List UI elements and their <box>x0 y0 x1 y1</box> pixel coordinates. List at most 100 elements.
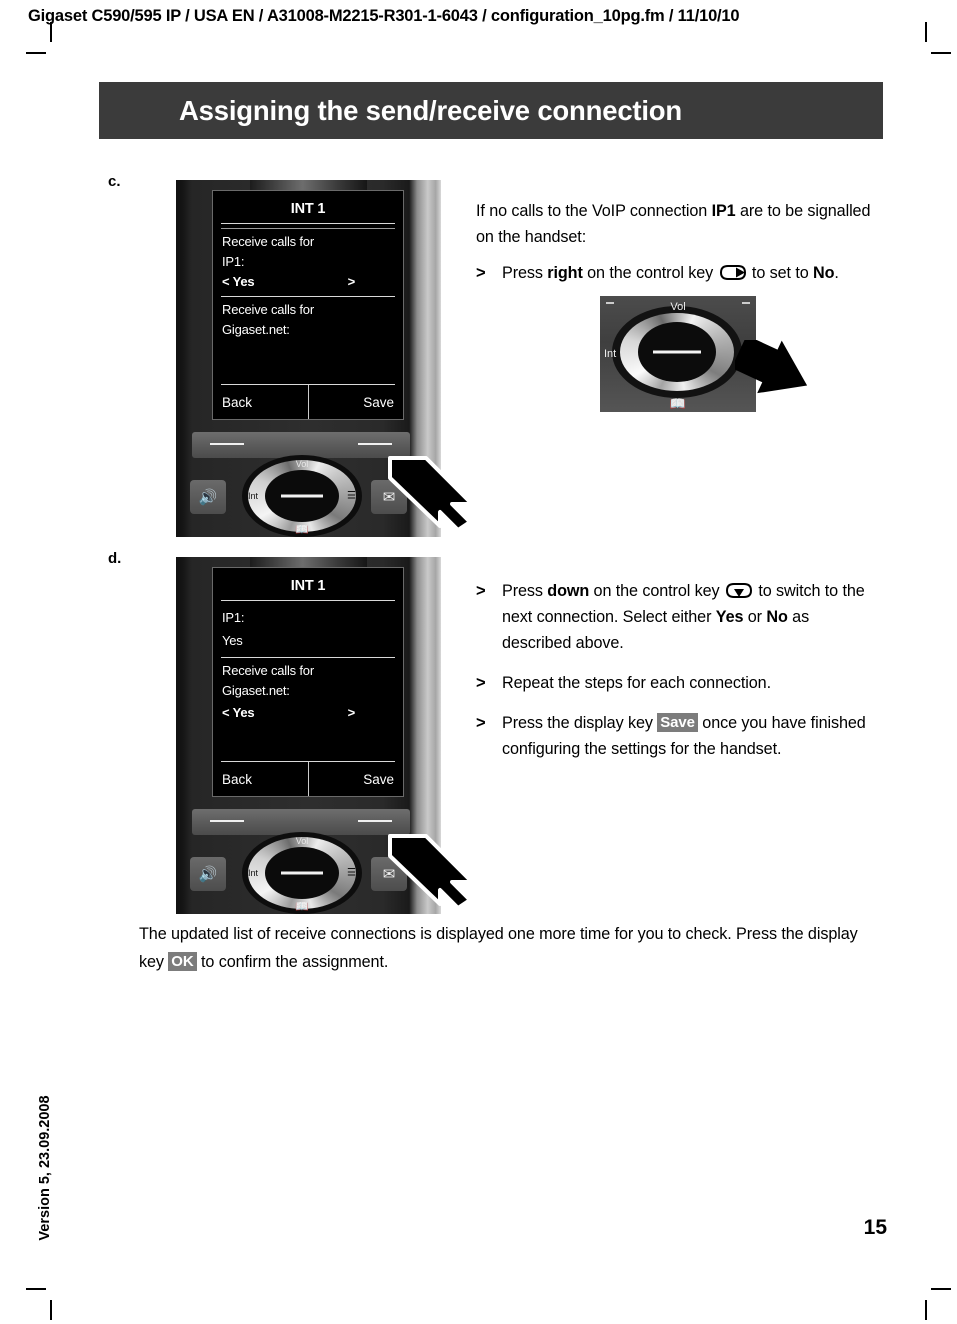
step-d-text: > Press down on the control key to switc… <box>476 578 871 762</box>
chapter-title-bar: Assigning the send/receive connection <box>99 82 883 139</box>
bullet-text: Repeat the steps for each connection. <box>502 674 771 692</box>
control-key-right-icon <box>718 263 748 280</box>
earpiece <box>250 180 367 190</box>
navpad-center-dash <box>653 350 701 354</box>
display-rule-top <box>221 223 395 224</box>
bullet-part1: Press <box>502 264 548 282</box>
handset-display-c: INT 1 Receive calls for IP1: < Yes > Rec… <box>212 190 404 420</box>
bullet-part2: on the control key <box>589 582 724 600</box>
display-key-chip-ok: OK <box>168 952 197 971</box>
menu-icon: ☰ <box>347 867 356 879</box>
bullet-text: Press down on the control key to switch … <box>502 578 871 656</box>
speaker-icon[interactable]: 🔊 <box>190 857 226 891</box>
bullet-text: Press the display key Save once you have… <box>502 710 871 762</box>
crop-mark-top-right-vertical <box>925 22 927 42</box>
pointer-arrow-control-key-c <box>735 340 813 402</box>
bullet-marker: > <box>476 582 486 600</box>
softkey-back[interactable]: Back <box>213 385 308 419</box>
speaker-icon[interactable]: 🔊 <box>190 480 226 514</box>
bullet-bold2: Yes <box>715 608 744 626</box>
bullet-marker: > <box>476 674 486 692</box>
menu-icon: ☰ <box>347 490 356 502</box>
bullet-text: Press right on the control key to set to… <box>502 260 871 286</box>
crop-mark-top-right-horizontal <box>931 52 951 54</box>
closing-paragraph: The updated list of receive connections … <box>139 920 869 976</box>
display-softkey-bar: Back Save <box>213 385 403 419</box>
display-key-right[interactable] <box>358 820 392 822</box>
crop-mark-bottom-left-horizontal <box>26 1288 46 1290</box>
selector-right-arrow: > <box>347 274 356 289</box>
navpad-center-dash <box>281 871 323 875</box>
control-key-navpad[interactable]: Vol Int 📖 ☰ <box>242 455 362 537</box>
int-label: Int <box>248 868 259 878</box>
display-title: INT 1 <box>290 201 326 217</box>
control-key-photo: Vol Int 📖 ☰ <box>600 296 756 412</box>
display-selector-ip1[interactable]: < Yes > <box>213 269 403 289</box>
version-side-text: Version 5, 23.09.2008 <box>37 1095 53 1241</box>
page-title: Assigning the send/receive connection <box>179 94 683 126</box>
phonebook-icon: 📖 <box>295 901 309 913</box>
bullet-part1: Press the display key <box>502 714 658 732</box>
bullet-marker: > <box>476 264 486 282</box>
document-header: Gigaset C590/595 IP / USA EN / A31008-M2… <box>28 7 740 25</box>
step-letter-d: d. <box>108 550 122 567</box>
bullet-part4: . <box>834 264 839 282</box>
bullet-marker: > <box>476 714 486 732</box>
crop-mark-bottom-right-vertical <box>925 1300 927 1320</box>
step-d-bullet-1: > Press down on the control key to switc… <box>476 578 871 656</box>
display-key-chip-save: Save <box>657 713 698 732</box>
step-c-text: If no calls to the VoIP connection IP1 a… <box>476 198 871 286</box>
bullet-part4: or <box>743 608 767 626</box>
display-selector-gigasetnet[interactable]: < Yes > <box>213 698 403 720</box>
selector-left-arrow: < Yes <box>222 705 255 720</box>
display-title: INT 1 <box>290 578 326 594</box>
control-key-navpad-closeup[interactable] <box>612 306 742 398</box>
step-c-intro-a: If no calls to the VoIP connection <box>476 202 712 220</box>
selector-right-arrow: > <box>347 705 356 720</box>
step-c-intro-bold: IP1 <box>711 202 736 220</box>
int-label-closeup: Int <box>604 348 617 360</box>
control-key-down-icon <box>724 581 754 598</box>
crop-mark-bottom-right-horizontal <box>931 1288 951 1290</box>
photo-tick-right <box>742 302 750 304</box>
display-line-gigasetnet: Gigaset.net: <box>222 322 290 337</box>
step-c-intro: If no calls to the VoIP connection IP1 a… <box>476 198 871 250</box>
display-key-right[interactable] <box>358 443 392 445</box>
bullet-bold1: right <box>547 264 583 282</box>
display-key-left[interactable] <box>210 820 244 822</box>
softkey-save[interactable]: Save <box>307 762 404 796</box>
crop-mark-top-left-horizontal <box>26 52 46 54</box>
bullet-part2: on the control key <box>582 264 718 282</box>
photo-tick-left <box>606 302 614 304</box>
pointer-arrow-display-key-d <box>386 830 474 908</box>
vol-label: Vol <box>295 459 309 469</box>
int-label: Int <box>248 491 259 501</box>
bullet-bold3: No <box>766 608 788 626</box>
display-line-receive-calls-for-1: Receive calls for <box>222 234 314 249</box>
step-c-bullet: > Press right on the control key to set … <box>476 260 871 286</box>
handset-display-d: INT 1 IP1: Yes Receive calls for Gigaset… <box>212 567 404 797</box>
selector-left-arrow: < Yes <box>222 274 255 289</box>
display-key-left[interactable] <box>210 443 244 445</box>
bullet-part3: to set to <box>747 264 814 282</box>
phonebook-icon-closeup: 📖 <box>669 396 687 411</box>
bullet-bold2: No <box>813 264 835 282</box>
display-line-gigasetnet: Gigaset.net: <box>222 683 290 698</box>
crop-mark-bottom-left-vertical <box>50 1300 52 1320</box>
step-d-bullet-2: > Repeat the steps for each connection. <box>476 670 871 696</box>
step-d-bullet-3: > Press the display key Save once you ha… <box>476 710 871 762</box>
step-letter-c: c. <box>108 173 121 190</box>
display-softkey-bar: Back Save <box>213 762 403 796</box>
bullet-part1: Press <box>502 582 548 600</box>
navpad-center-dash <box>281 494 323 498</box>
softkey-save[interactable]: Save <box>307 385 404 419</box>
softkey-back[interactable]: Back <box>213 762 308 796</box>
phonebook-icon: 📖 <box>295 524 309 536</box>
page-number: 15 <box>863 1216 887 1239</box>
pointer-arrow-display-key-c <box>386 452 474 530</box>
earpiece <box>250 557 367 567</box>
display-line-yes: Yes <box>222 633 243 648</box>
display-line-receive-calls-for: Receive calls for <box>222 663 314 678</box>
control-key-navpad[interactable]: Vol Int 📖 ☰ <box>242 832 362 914</box>
vol-label-closeup: Vol <box>670 301 686 313</box>
